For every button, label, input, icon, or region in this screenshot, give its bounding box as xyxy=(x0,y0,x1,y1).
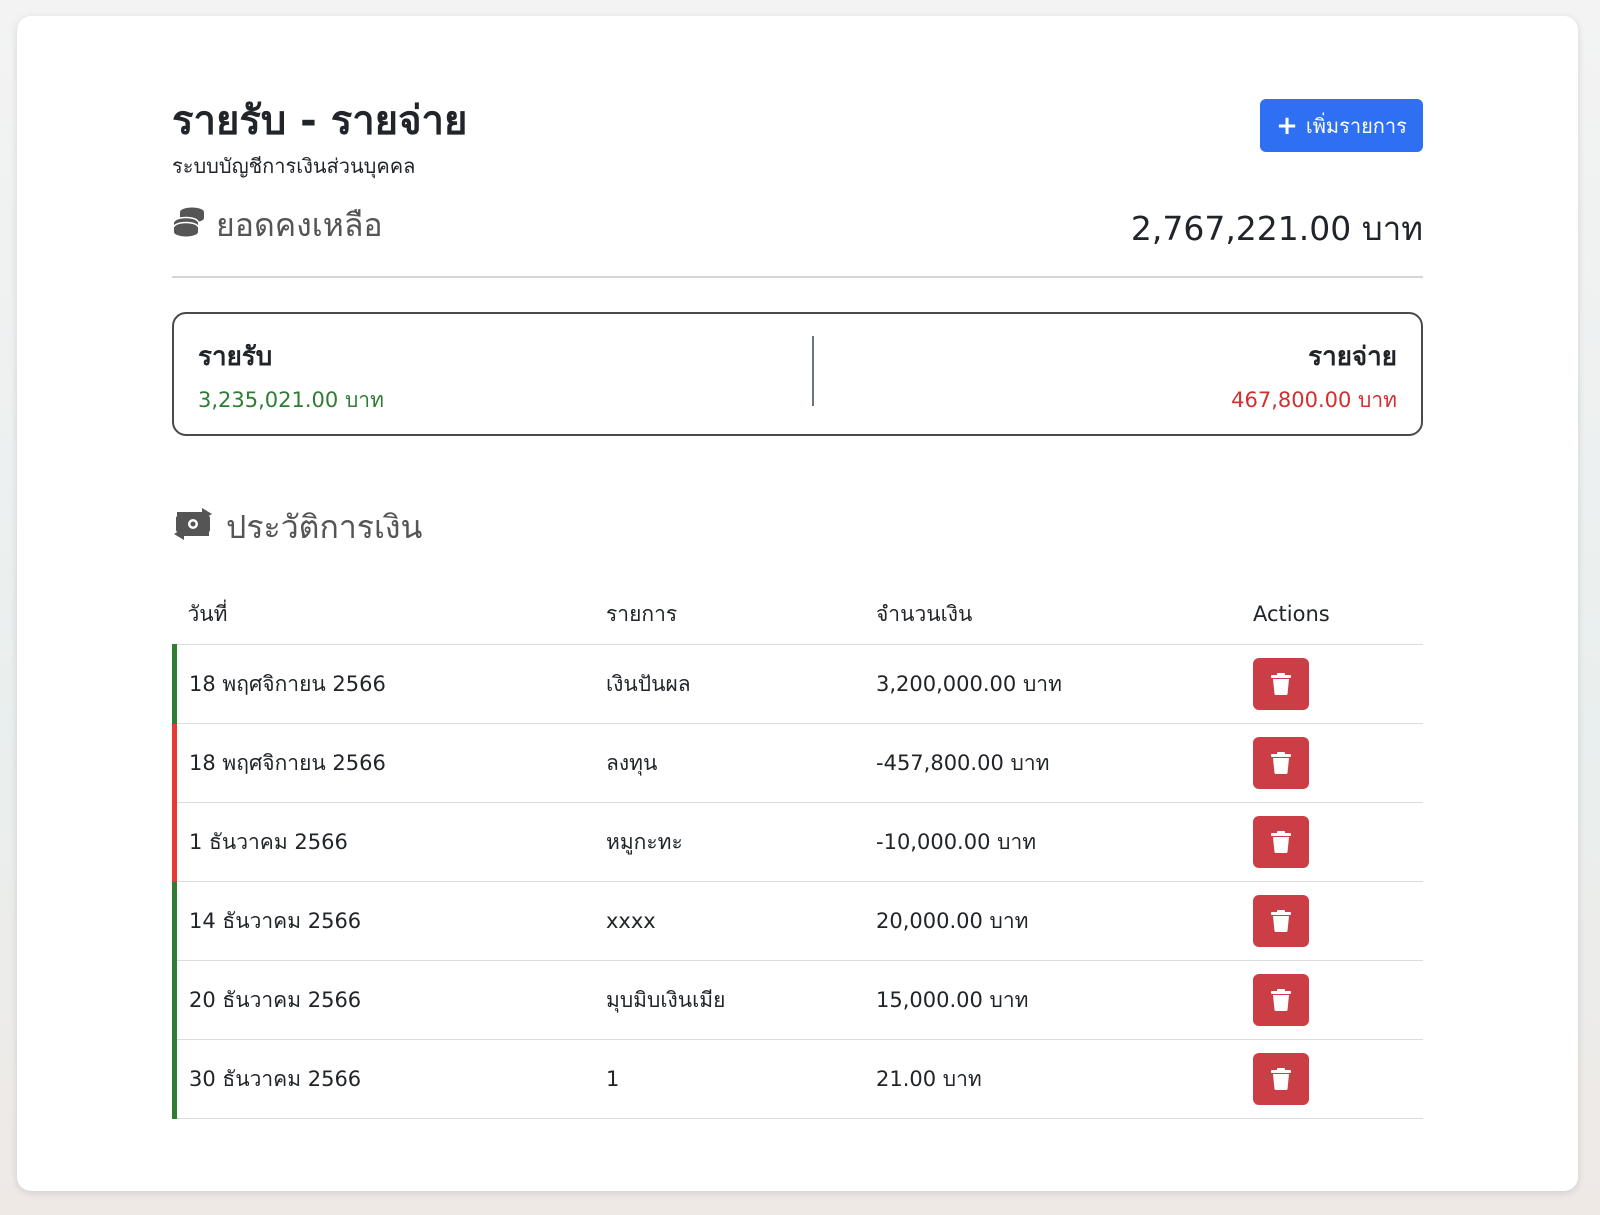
row-amount: 15,000.00 บาท xyxy=(875,960,1252,1040)
trash-icon xyxy=(1271,910,1291,932)
trash-icon xyxy=(1271,673,1291,695)
row-item: หมูกะทะ xyxy=(605,802,875,882)
income-title: รายรับ xyxy=(198,342,273,372)
row-date: 30 ธันวาคม 2566 xyxy=(172,1039,605,1119)
delete-button[interactable] xyxy=(1253,737,1309,789)
row-actions xyxy=(1252,1039,1423,1119)
row-actions xyxy=(1252,802,1423,882)
trash-icon xyxy=(1271,831,1291,853)
trash-icon xyxy=(1271,989,1291,1011)
column-header-date: วันที่ xyxy=(174,584,605,645)
row-date: 14 ธันวาคม 2566 xyxy=(172,881,605,961)
row-item: ลงทุน xyxy=(605,723,875,803)
history-title: ประวัติการเงิน xyxy=(226,508,423,546)
row-amount: -457,800.00 บาท xyxy=(875,723,1252,803)
balance-value: 2,767,221.00 บาท xyxy=(1130,209,1423,248)
page-subtitle: ระบบบัญชีการเงินส่วนบุคคล xyxy=(172,154,416,178)
history-heading: ประวัติการเงิน xyxy=(172,502,422,553)
row-amount: 21.00 บาท xyxy=(875,1039,1252,1119)
row-actions xyxy=(1252,881,1423,961)
coins-icon xyxy=(172,205,206,247)
trash-icon xyxy=(1271,1068,1291,1090)
main-card: รายรับ - รายจ่าย ระบบบัญชีการเงินส่วนบุค… xyxy=(17,16,1578,1191)
table-row: 20 ธันวาคม 2566 มุบมิบเงินเมีย 15,000.00… xyxy=(172,960,1423,1040)
column-header-item: รายการ xyxy=(605,584,875,645)
table-row: 30 ธันวาคม 2566 1 21.00 บาท xyxy=(172,1039,1423,1119)
balance-row: ยอดคงเหลือ 2,767,221.00 บาท xyxy=(172,200,1423,250)
summary-box: รายรับ 3,235,021.00 บาท รายจ่าย 467,800.… xyxy=(172,312,1423,436)
row-actions xyxy=(1252,723,1423,803)
content-container: รายรับ - รายจ่าย ระบบบัญชีการเงินส่วนบุค… xyxy=(172,16,1423,1191)
add-entry-button[interactable]: + เพิ่มรายการ xyxy=(1260,99,1423,152)
delete-button[interactable] xyxy=(1253,1053,1309,1105)
column-header-amount: จำนวนเงิน xyxy=(875,584,1252,645)
column-header-actions: Actions xyxy=(1252,584,1423,645)
row-item: xxxx xyxy=(605,881,875,961)
expense-title: รายจ่าย xyxy=(1308,342,1397,372)
table-row: 18 พฤศจิกายน 2566 ลงทุน -457,800.00 บาท xyxy=(172,723,1423,803)
expense-value: 467,800.00 บาท xyxy=(1231,388,1397,412)
table-header-row: วันที่ รายการ จำนวนเงิน Actions xyxy=(174,584,1423,645)
row-item: มุบมิบเงินเมีย xyxy=(605,960,875,1040)
divider xyxy=(172,276,1423,278)
row-amount: 20,000.00 บาท xyxy=(875,881,1252,961)
delete-button[interactable] xyxy=(1253,816,1309,868)
money-transfer-icon xyxy=(172,507,214,549)
add-entry-label: เพิ่มรายการ xyxy=(1305,113,1407,138)
transactions-table: วันที่ รายการ จำนวนเงิน Actions 18 พฤศจิ… xyxy=(172,584,1423,1119)
page-title: รายรับ - รายจ่าย xyxy=(172,98,468,144)
row-item: เงินปันผล xyxy=(605,644,875,724)
income-value: 3,235,021.00 บาท xyxy=(198,388,384,412)
balance-label-group: ยอดคงเหลือ xyxy=(172,200,383,251)
table-row: 18 พฤศจิกายน 2566 เงินปันผล 3,200,000.00… xyxy=(172,644,1423,724)
summary-divider xyxy=(812,336,814,406)
plus-icon: + xyxy=(1276,110,1298,141)
row-date: 18 พฤศจิกายน 2566 xyxy=(172,644,605,724)
row-date: 1 ธันวาคม 2566 xyxy=(172,802,605,882)
table-row: 14 ธันวาคม 2566 xxxx 20,000.00 บาท xyxy=(172,881,1423,961)
delete-button[interactable] xyxy=(1253,974,1309,1026)
trash-icon xyxy=(1271,752,1291,774)
table-row: 1 ธันวาคม 2566 หมูกะทะ -10,000.00 บาท xyxy=(172,802,1423,882)
row-actions xyxy=(1252,644,1423,724)
delete-button[interactable] xyxy=(1253,895,1309,947)
delete-button[interactable] xyxy=(1253,658,1309,710)
row-item: 1 xyxy=(605,1039,875,1119)
row-amount: 3,200,000.00 บาท xyxy=(875,644,1252,724)
row-date: 18 พฤศจิกายน 2566 xyxy=(172,723,605,803)
balance-label: ยอดคงเหลือ xyxy=(216,206,383,244)
row-amount: -10,000.00 บาท xyxy=(875,802,1252,882)
row-actions xyxy=(1252,960,1423,1040)
row-date: 20 ธันวาคม 2566 xyxy=(172,960,605,1040)
